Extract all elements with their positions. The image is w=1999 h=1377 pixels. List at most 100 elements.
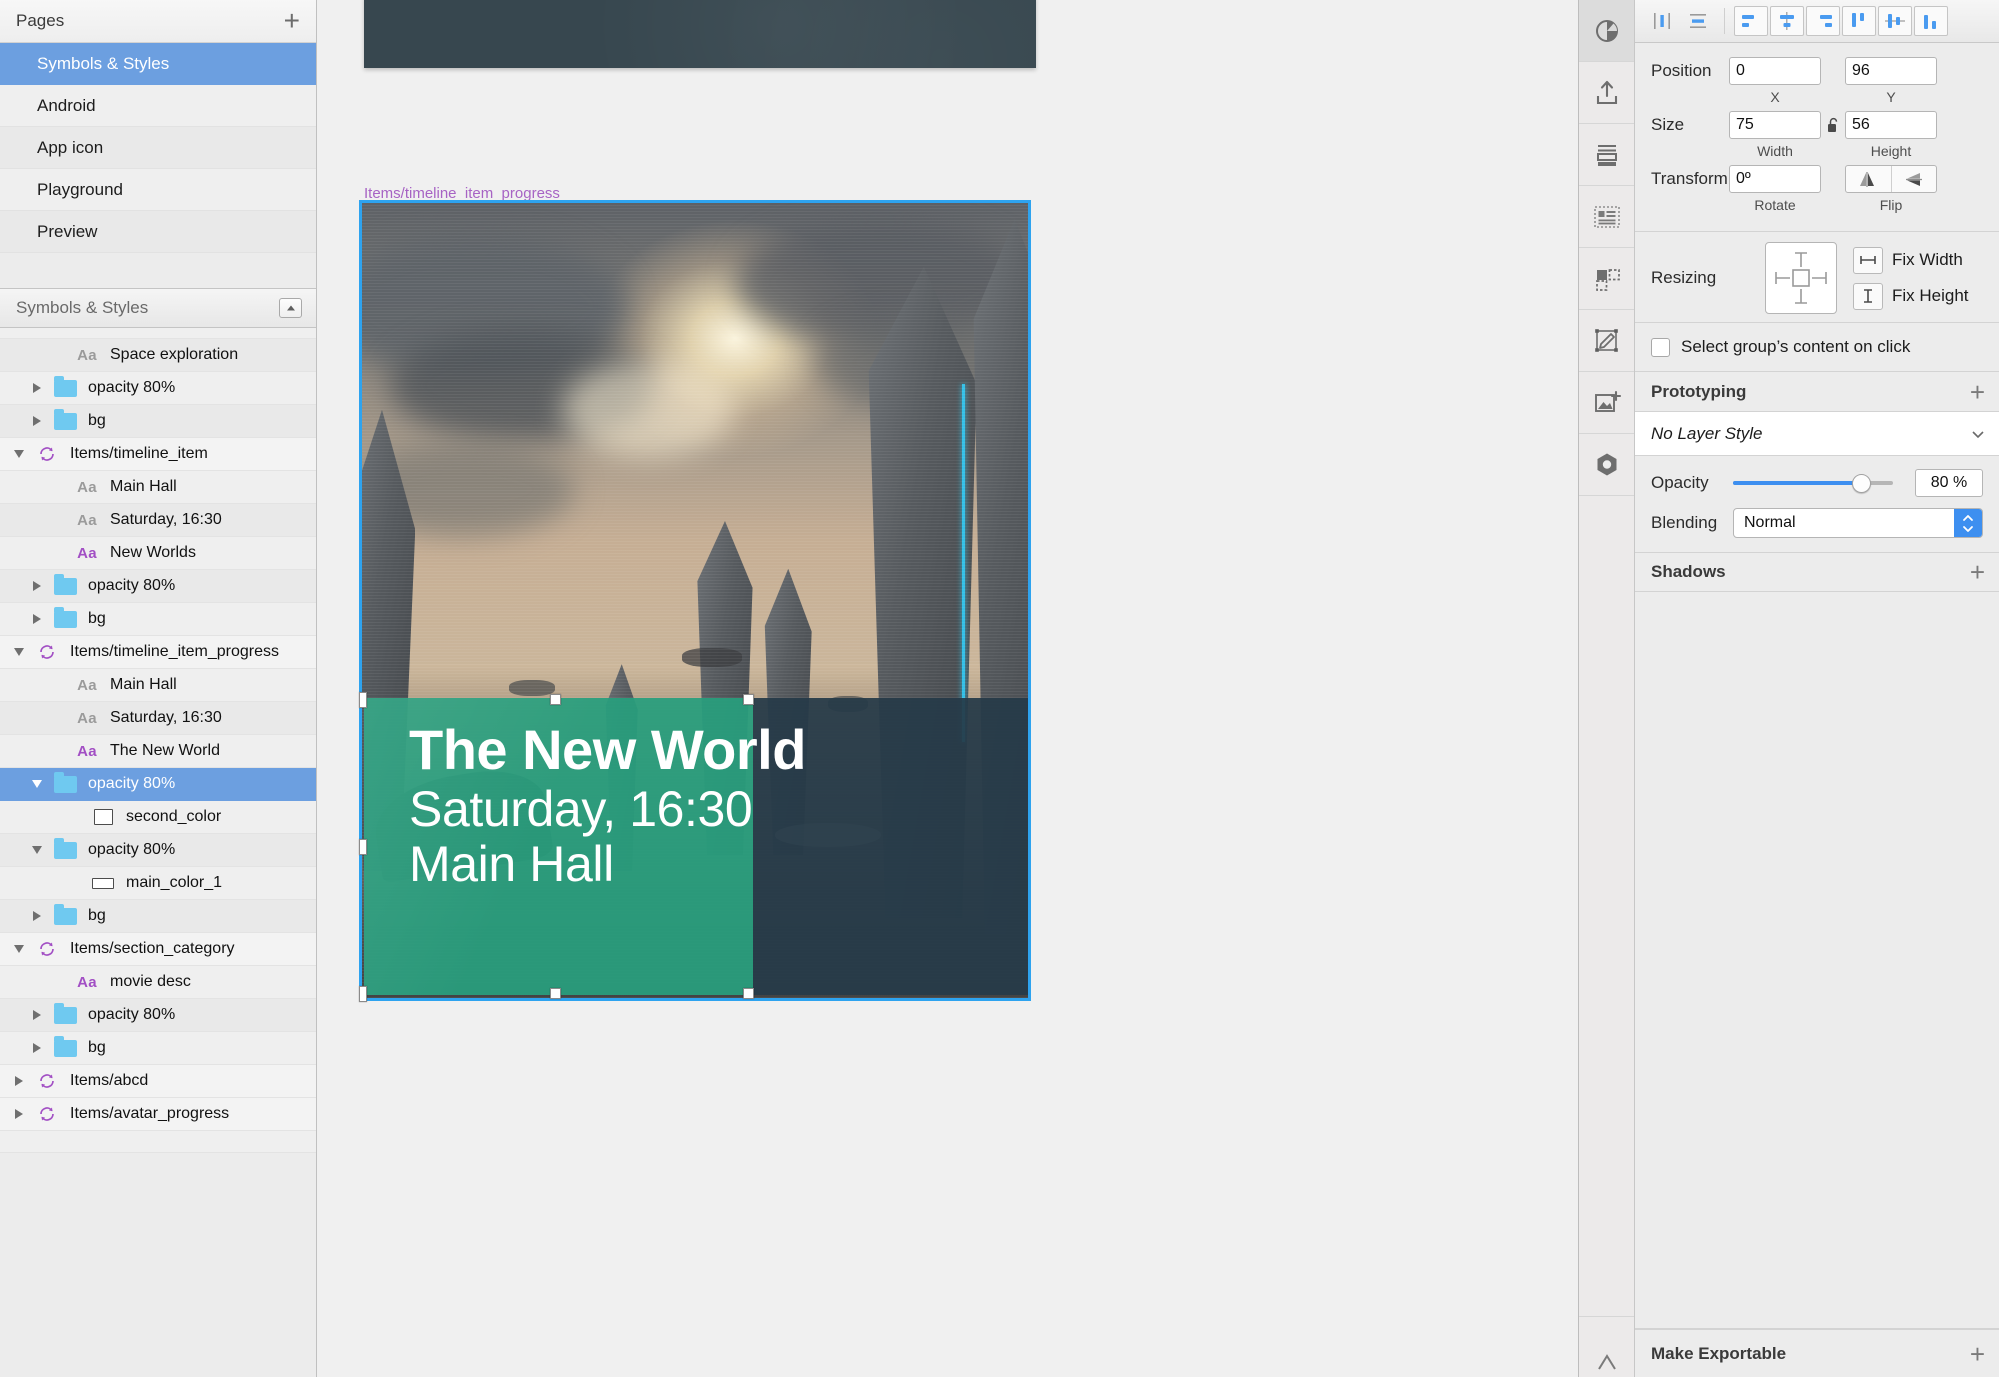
text-layout-icon[interactable]	[1579, 186, 1634, 248]
fix-height-icon[interactable]	[1853, 282, 1883, 310]
selection-handle-left-middle[interactable]	[359, 839, 367, 855]
make-exportable-add-button[interactable]: +	[1970, 1341, 1985, 1367]
align-vertical-center-icon[interactable]	[1878, 6, 1912, 36]
selected-artboard-label[interactable]: Items/timeline_item_progress	[364, 185, 560, 202]
distribute-horizontally-icon[interactable]	[1645, 6, 1679, 36]
chevron-right-icon[interactable]	[6, 1109, 32, 1119]
chevron-down-icon[interactable]	[6, 648, 32, 656]
chevron-right-icon[interactable]	[24, 581, 50, 591]
chevron-right-icon[interactable]	[24, 911, 50, 921]
fix-height-row[interactable]: Fix Height	[1853, 282, 1969, 310]
layer-row[interactable]: Aa movie desc	[0, 966, 316, 999]
opacity-slider[interactable]	[1733, 473, 1893, 493]
layer-row-symbol[interactable]: Items/timeline_item_progress	[0, 636, 316, 669]
chevron-down-icon[interactable]	[6, 945, 32, 953]
selection-handle-bottom-center[interactable]	[550, 988, 561, 999]
contrast-icon[interactable]	[1579, 0, 1634, 62]
flip-horizontal-icon[interactable]	[1846, 166, 1891, 192]
chevron-down-icon[interactable]	[24, 780, 50, 788]
layer-row[interactable]: Aa New Worlds	[0, 537, 316, 570]
layer-row[interactable]: Aa Saturday, 16:30	[0, 702, 316, 735]
select-group-content-checkbox[interactable]	[1651, 337, 1670, 357]
chevron-down-icon[interactable]	[6, 450, 32, 458]
slider-knob[interactable]	[1852, 473, 1871, 493]
align-horizontal-center-icon[interactable]	[1770, 6, 1804, 36]
selection-handle-bottom-right[interactable]	[743, 988, 754, 999]
layer-row[interactable]: Aa Main Hall	[0, 669, 316, 702]
layers-list[interactable]: Aa Space exploration opacity 80% bg Item…	[0, 328, 316, 1377]
page-item-symbols-styles[interactable]: Symbols & Styles	[0, 43, 316, 85]
layer-row[interactable]: bg	[0, 1032, 316, 1065]
artboard-preview-top[interactable]	[364, 0, 1036, 68]
layer-row[interactable]: main_color_1	[0, 867, 316, 900]
page-item-app-icon[interactable]: App icon	[0, 127, 316, 169]
selection-handle-left-top[interactable]	[359, 692, 367, 708]
selection-handle-left-bottom[interactable]	[359, 986, 367, 1002]
alignment-toolbar[interactable]	[1635, 0, 1999, 43]
page-item-android[interactable]: Android	[0, 85, 316, 127]
chevron-right-icon[interactable]	[24, 1010, 50, 1020]
export-upload-icon[interactable]	[1579, 62, 1634, 124]
chevron-right-icon[interactable]	[24, 1043, 50, 1053]
layer-row[interactable]: opacity 80%	[0, 999, 316, 1032]
layer-row[interactable]: opacity 80%	[0, 372, 316, 405]
symbol-nut-icon[interactable]	[1579, 434, 1634, 496]
collapse-up-icon[interactable]	[279, 298, 302, 318]
chevron-right-icon[interactable]	[24, 383, 50, 393]
align-top-icon[interactable]	[1842, 6, 1876, 36]
lock-open-icon[interactable]	[1821, 117, 1845, 134]
resize-anchor-icon[interactable]	[1765, 242, 1837, 314]
layout-stack-icon[interactable]	[1579, 124, 1634, 186]
canvas-area[interactable]: Items/timeline_item_progress The New Wor…	[317, 0, 1578, 1377]
add-page-button[interactable]: +	[284, 7, 300, 35]
page-item-playground[interactable]: Playground	[0, 169, 316, 211]
position-y-input[interactable]: 96	[1845, 57, 1937, 85]
chevron-down-icon[interactable]	[24, 846, 50, 854]
layer-row[interactable]: bg	[0, 900, 316, 933]
blending-select[interactable]: Normal	[1733, 508, 1983, 538]
layer-row[interactable]: bg	[0, 603, 316, 636]
layer-row[interactable]: bg	[0, 405, 316, 438]
flip-vertical-icon[interactable]	[1890, 166, 1937, 192]
inspector-icon-rail[interactable]	[1578, 0, 1635, 1377]
layer-row[interactable]: Aa Saturday, 16:30	[0, 504, 316, 537]
size-height-input[interactable]: 56	[1845, 111, 1937, 139]
shadows-add-button[interactable]: +	[1970, 559, 1985, 585]
layer-row[interactable]: Aa Space exploration	[0, 339, 316, 372]
size-width-input[interactable]: 75	[1729, 111, 1821, 139]
prototyping-add-button[interactable]: +	[1970, 379, 1985, 405]
chevron-right-icon[interactable]	[24, 614, 50, 624]
mask-shapes-icon[interactable]	[1579, 248, 1634, 310]
layer-row[interactable]: opacity 80%	[0, 570, 316, 603]
align-right-icon[interactable]	[1806, 6, 1840, 36]
add-image-icon[interactable]	[1579, 372, 1634, 434]
artboard-timeline-item-progress[interactable]: The New World Saturday, 16:30 Main Hall	[359, 200, 1031, 1001]
layer-row[interactable]: Aa Main Hall	[0, 471, 316, 504]
selection-handle-top-center[interactable]	[550, 694, 561, 705]
layer-row-symbol[interactable]: Items/avatar_progress	[0, 1098, 316, 1131]
chevron-right-icon[interactable]	[6, 1076, 32, 1086]
align-bottom-icon[interactable]	[1914, 6, 1948, 36]
selection-handle-top-right[interactable]	[743, 694, 754, 705]
layer-row[interactable]: second_color	[0, 801, 316, 834]
rotate-input[interactable]: 0º	[1729, 165, 1821, 193]
layer-row-symbol[interactable]: Items/section_category	[0, 933, 316, 966]
fix-width-icon[interactable]	[1853, 246, 1883, 274]
layer-row[interactable]: Aa The New World	[0, 735, 316, 768]
page-item-preview[interactable]: Preview	[0, 211, 316, 253]
stepper-updown-icon[interactable]	[1954, 509, 1982, 537]
flip-buttons[interactable]	[1845, 165, 1937, 193]
layer-row[interactable]: opacity 80%	[0, 834, 316, 867]
fix-width-row[interactable]: Fix Width	[1853, 246, 1969, 274]
select-group-content-row[interactable]: Select group’s content on click	[1635, 323, 1999, 372]
layer-row-symbol[interactable]: Items/timeline_item	[0, 438, 316, 471]
rail-bottom-icon[interactable]	[1579, 1317, 1634, 1377]
distribute-vertically-icon[interactable]	[1681, 6, 1715, 36]
layer-row-symbol[interactable]: Items/abcd	[0, 1065, 316, 1098]
edit-vector-icon[interactable]	[1579, 310, 1634, 372]
position-x-input[interactable]: 0	[1729, 57, 1821, 85]
chevron-right-icon[interactable]	[24, 416, 50, 426]
layer-row-selected[interactable]: opacity 80%	[0, 768, 316, 801]
layer-style-select[interactable]: No Layer Style	[1635, 412, 1999, 456]
pages-list[interactable]: Symbols & Styles Android App icon Playgr…	[0, 43, 316, 288]
